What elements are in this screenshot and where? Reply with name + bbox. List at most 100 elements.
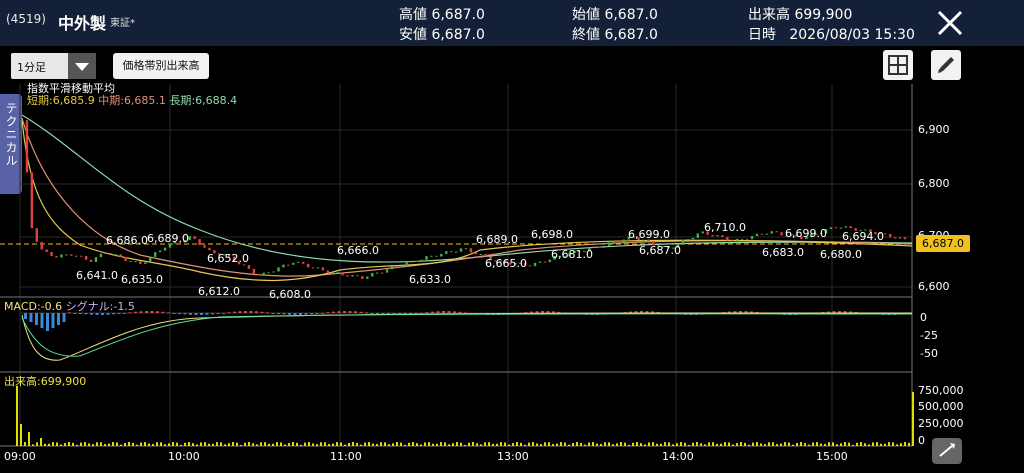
price-label: 6,665.0 (485, 257, 527, 270)
candle (149, 256, 152, 263)
candle (721, 235, 724, 237)
volume-bar (188, 442, 190, 446)
volume-bar (180, 444, 182, 446)
volume-bar (576, 442, 578, 446)
volume-bar (308, 442, 310, 446)
volume-bar (124, 442, 126, 446)
price-label: 6,686.0 (106, 234, 148, 247)
volume-bar (344, 444, 346, 446)
volume-bar (636, 442, 638, 446)
candle (60, 254, 63, 258)
volume-bar (596, 443, 598, 446)
macd-bar (304, 313, 308, 315)
volume-bar (744, 442, 746, 446)
candle (193, 236, 196, 240)
candle (691, 237, 695, 240)
price-label: 6,680.0 (820, 248, 862, 261)
volume-bar (40, 438, 42, 446)
macd-bar (315, 313, 319, 314)
volume-bar (44, 443, 46, 446)
volume-bar (836, 444, 838, 446)
volume-bar (684, 442, 686, 446)
candle (163, 247, 167, 251)
volume-bar (120, 444, 122, 446)
volume-bar (720, 443, 722, 446)
candle (262, 272, 265, 276)
candle (40, 241, 43, 250)
macd-bar (530, 311, 533, 313)
volume-bar (108, 443, 110, 446)
candle (79, 255, 83, 257)
price-label: 6,689.0 (147, 232, 189, 245)
candle (528, 265, 532, 267)
volume-bar (496, 443, 498, 446)
volume-bar (888, 442, 890, 446)
volume-bar (704, 444, 706, 446)
volume-bar (264, 442, 266, 446)
volume-bar (448, 444, 450, 446)
volume-bar (796, 442, 798, 446)
volume-bar (856, 442, 858, 446)
volume-axis-label: 750,000 (918, 384, 964, 397)
candle (104, 253, 108, 255)
candle (602, 245, 606, 248)
candle (287, 264, 290, 266)
macd-bar (40, 313, 44, 328)
macd-bar (145, 311, 148, 313)
price-label: 6,694.0 (842, 230, 884, 243)
candle (341, 272, 344, 276)
volume-bar (752, 442, 754, 446)
price-label: 6,687.0 (639, 244, 681, 257)
price-label: 6,710.0 (704, 221, 746, 234)
candle (326, 270, 330, 274)
macd-bar (277, 313, 280, 314)
volume-bar (324, 442, 326, 446)
volume-bar (760, 443, 762, 446)
rotate-icon[interactable] (930, 436, 964, 466)
volume-bar (84, 442, 86, 446)
candle (849, 226, 852, 229)
volume-bar (328, 444, 330, 446)
macd-bar (337, 311, 341, 313)
volume-bar (200, 442, 202, 446)
candle (449, 251, 453, 253)
volume-bar (220, 442, 222, 446)
macd-bar (172, 313, 176, 314)
volume-bar (628, 444, 630, 446)
volume-bar (748, 444, 750, 446)
candle (770, 231, 774, 234)
volume-bar (840, 443, 842, 446)
volume-bar (228, 443, 230, 446)
volume-bar (604, 442, 606, 446)
volume-bar (692, 442, 694, 446)
volume-bar (740, 442, 742, 446)
candle (410, 260, 413, 263)
volume-bar (556, 443, 558, 446)
volume-bar (624, 442, 626, 446)
volume-bar (24, 442, 26, 446)
volume-bar (436, 443, 438, 446)
candle (390, 266, 394, 270)
macd-bar (431, 311, 434, 313)
macd-bar (266, 312, 269, 314)
volume-bar (912, 392, 914, 446)
volume-bar (664, 442, 666, 446)
volume-bar (792, 444, 794, 446)
time-axis-label: 15:00 (816, 450, 848, 463)
volume-bar (252, 443, 254, 446)
volume-bar (204, 442, 206, 446)
volume-bar (392, 443, 394, 446)
volume-bar (804, 443, 806, 446)
candle (252, 268, 256, 274)
candle (331, 272, 334, 274)
volume-bars (16, 386, 914, 446)
volume-bar (884, 443, 886, 446)
volume-bar (132, 443, 134, 446)
candle (153, 252, 157, 257)
volume-bar (580, 443, 582, 446)
candle (45, 249, 48, 252)
volume-bar (508, 444, 510, 446)
volume-bar (784, 442, 786, 446)
price-label: 6,652.0 (207, 252, 249, 265)
candle (681, 239, 685, 244)
